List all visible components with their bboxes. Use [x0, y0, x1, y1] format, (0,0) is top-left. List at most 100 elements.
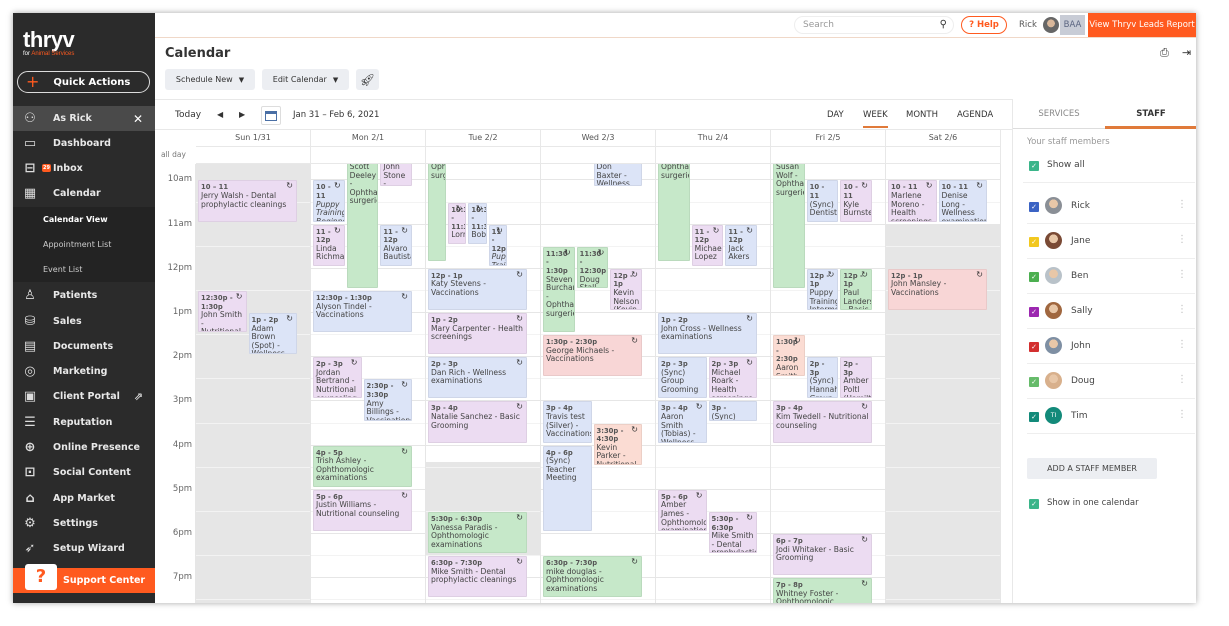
appointment[interactable]: 10:30 - 11:30Bob↻ — [468, 202, 487, 244]
appointment[interactable]: 1p - 2p John Cross - Wellness examination… — [658, 313, 757, 355]
appointment[interactable]: 1:30p - 2:30p George Michaels - Vaccinati… — [543, 335, 642, 377]
appointment[interactable]: Don Baxter - Wellness examination — [593, 164, 642, 187]
appointment[interactable]: 4p - 6p (Sync) Teacher Meeting — [543, 445, 592, 532]
quick-actions-button[interactable]: + Quick Actions — [17, 71, 150, 93]
tab-services[interactable]: SERVICES — [1013, 99, 1105, 129]
appointment[interactable]: 5p - 6p Justin Williams - Nutritional cou… — [313, 489, 412, 532]
sidebar-item-social-content[interactable]: ⊡ Social Content — [13, 460, 155, 485]
appointment[interactable]: 3:30p - 4:30p Kevin Parker - Nutritional ↻ — [593, 423, 642, 465]
appointment[interactable]: 10 – 11 Jerry Walsh - Dental prophylactic… — [198, 180, 297, 222]
appointment[interactable]: 1p - 2p Adam Brown (Spot) - Wellness ↻ — [248, 313, 297, 355]
export-icon[interactable]: ⇥ — [1182, 46, 1191, 59]
appointment[interactable]: 10 - 11(Sync) Dentist - Ortho — [806, 180, 839, 222]
more-options-icon[interactable]: ⋮ — [1177, 199, 1187, 210]
more-options-icon[interactable]: ⋮ — [1177, 269, 1187, 280]
appointment[interactable]: 12p - 1pPuppy Training Intermediate↻ — [806, 268, 839, 311]
appointment[interactable]: 12p - 1p Paul Landers - Basic ↻ — [840, 268, 872, 311]
view-tab-week[interactable]: WEEK — [863, 110, 888, 128]
staff-row[interactable]: ✓ Doug ⋮ — [1027, 365, 1195, 399]
appointment[interactable]: 5p - 6pAmber James - Ophthomologic exami… — [658, 489, 707, 532]
appointment[interactable]: 6:30p - 7:30p mike douglas - Ophthomologi… — [543, 556, 642, 598]
show-one-calendar-checkbox[interactable]: ✓ — [1029, 499, 1039, 509]
search-input[interactable]: Search ⚲ — [794, 16, 954, 34]
appointment[interactable]: 5:30p - 6:30p Vanessa Paradis - Ophthomol… — [428, 511, 527, 554]
appointment[interactable]: Ophthalmic surgeries — [658, 164, 690, 262]
all-day-cell[interactable] — [886, 146, 1001, 164]
appointment[interactable]: Scott Deeley - Ophthalmic surgeries — [346, 164, 379, 288]
date-picker-button[interactable] — [261, 106, 281, 125]
staff-checkbox[interactable]: ✓ — [1029, 307, 1039, 317]
sidebar-item-documents[interactable]: ▤ Documents — [13, 334, 155, 359]
appointment[interactable]: 11 - 12pPuppy Training Beginner↻ — [488, 224, 507, 266]
all-day-cell[interactable] — [311, 146, 426, 164]
all-day-cell[interactable] — [541, 146, 656, 164]
appointment[interactable]: 2p - 3p Michael Roark - Health screenings… — [708, 357, 757, 399]
appointment[interactable]: 5:30p - 6:30p Mike Smith - Dental prophyl… — [708, 511, 757, 554]
staff-row[interactable]: ✓ Rick ⋮ — [1027, 190, 1195, 224]
appointment[interactable]: 12:30p - 1:30pJohn Smith - Nutritional c… — [198, 290, 247, 333]
tab-staff[interactable]: STAFF — [1105, 99, 1196, 129]
all-day-cell[interactable] — [656, 146, 771, 164]
appointment[interactable]: 2p - 3p Dan Rich - Wellness examinations ↻ — [428, 357, 527, 399]
appointment[interactable]: 10 - 11Kyle Burnstein -↻ — [840, 180, 872, 222]
sidebar-item-calendar[interactable]: ▦ Calendar — [13, 181, 155, 206]
appointment[interactable]: 2:30p - 3:30p Amy Billings - Vaccinations… — [363, 379, 412, 421]
appointment[interactable]: 10 - 11Puppy Training Beginner↻ — [313, 180, 345, 222]
appointment[interactable]: 6:30p - 7:30p Mike Smith - Dental prophyl… — [428, 556, 527, 598]
more-options-icon[interactable]: ⋮ — [1177, 234, 1187, 245]
sidebar-item-reputation[interactable]: ☰ Reputation — [13, 410, 155, 435]
staff-checkbox[interactable]: ✓ — [1029, 272, 1039, 282]
add-staff-button[interactable]: ADD A STAFF MEMBER — [1027, 458, 1157, 479]
appointment[interactable]: 3p -(Sync) Busy — [708, 401, 757, 421]
appointment[interactable]: 3p - 4p Natalie Sanchez - Basic Grooming ↻ — [428, 401, 527, 443]
appointment[interactable]: 2p - 3p(Sync) Hannah Group Session — [806, 357, 839, 399]
appointment[interactable]: 11 - 12pJack Akers - Vaccinations↻ — [725, 224, 757, 266]
appointment[interactable]: 3p - 4p Aaron Smith (Tobias) - Wellness ↻ — [658, 401, 707, 443]
search-icon[interactable]: ⚲ — [940, 17, 947, 33]
view-tab-agenda[interactable]: AGENDA — [957, 110, 993, 120]
appointment[interactable]: Ophthalmic surgeries — [428, 164, 447, 262]
appointment[interactable]: 1:30p - 2:30pAaron Smith (Tobias)↻ — [773, 335, 805, 377]
appointment[interactable]: 10 - 11 Marlene Moreno - Health screening… — [888, 180, 937, 222]
view-leads-report-button[interactable]: View Thryv Leads Report — [1088, 13, 1196, 37]
appointment[interactable]: 11 - 12pMichael Lopez - Health↻ — [691, 224, 724, 266]
appointment[interactable]: 2p - 3p (Sync) Group Grooming — [658, 357, 707, 399]
prev-week-icon[interactable]: ◀ — [217, 110, 223, 119]
print-icon[interactable]: ⎙ — [1160, 46, 1169, 60]
appointment[interactable]: 6p - 7p Jodi Whitaker - Basic Grooming ↻ — [773, 534, 872, 576]
support-center-button[interactable]: ? Support Center — [13, 564, 155, 593]
sidebar-item-patients[interactable]: ♙ Patients — [13, 283, 155, 308]
sidebar-item-marketing[interactable]: ◎ Marketing — [13, 359, 155, 384]
subnav-calendar-view[interactable]: Calendar View — [13, 207, 155, 232]
appointment[interactable]: Susan Wolf - Ophthalmic surgeries — [773, 164, 805, 288]
appointment[interactable]: 2p - 3pAmber Poltl (Hamilton) - Basic — [840, 357, 872, 399]
appointment[interactable]: 12p - 1p Katy Stevens - Vaccinations ↻ — [428, 268, 527, 311]
thryv-logo[interactable]: thryv for Animal Services — [23, 27, 75, 57]
sidebar-item-setup-wizard[interactable]: ➶ Setup Wizard — [13, 536, 155, 561]
sidebar-item-dashboard[interactable]: ▭ Dashboard — [13, 131, 155, 156]
staff-checkbox[interactable]: ✓ — [1029, 377, 1039, 387]
staff-checkbox[interactable]: ✓ — [1029, 202, 1039, 212]
staff-row[interactable]: ✓ Ben ⋮ — [1027, 260, 1195, 294]
more-options-icon[interactable]: ⋮ — [1177, 304, 1187, 315]
appointment[interactable]: 10:30 - 11:30Lorri↻ — [448, 202, 467, 244]
sidebar-item-sales[interactable]: ⛁ Sales — [13, 309, 155, 334]
show-all-checkbox[interactable]: ✓ — [1029, 161, 1039, 171]
subnav-appointment-list[interactable]: Appointment List — [13, 232, 155, 257]
appointment[interactable]: 2p - 3p Jordan Bertrand - Nutritional cou… — [313, 357, 362, 399]
sidebar-item-settings[interactable]: ⚙ Settings — [13, 511, 155, 536]
appointment[interactable]: 3p - 4p Travis test (Silver) - Vaccinatio… — [543, 401, 592, 443]
close-icon[interactable]: ✕ — [133, 112, 143, 126]
sidebar-item-inbox[interactable]: ⊟ 29 Inbox — [13, 156, 155, 181]
staff-checkbox[interactable]: ✓ — [1029, 342, 1039, 352]
sidebar-item-online-presence[interactable]: ⊕ Online Presence — [13, 435, 155, 460]
staff-row[interactable]: ✓ TI Tim ⋮ — [1027, 400, 1195, 434]
appointment[interactable]: 12:30p - 1:30p Alyson Tindel - Vaccinatio… — [313, 290, 412, 333]
appointment[interactable]: 7p - 8p Whitney Foster - Ophthomologic ↻ — [773, 578, 872, 603]
appointment[interactable]: John Stone - Nutritional — [380, 164, 412, 187]
staff-checkbox[interactable]: ✓ — [1029, 412, 1039, 422]
next-week-icon[interactable]: ▶ — [239, 110, 245, 119]
appointment[interactable]: 11:30 - 1:30pSteven Burchard - Ophthalmi… — [543, 246, 575, 333]
all-day-cell[interactable] — [196, 146, 311, 164]
appointment[interactable]: 11:30 - 12:30pDoug Stall - Wellness↻ — [576, 246, 609, 288]
